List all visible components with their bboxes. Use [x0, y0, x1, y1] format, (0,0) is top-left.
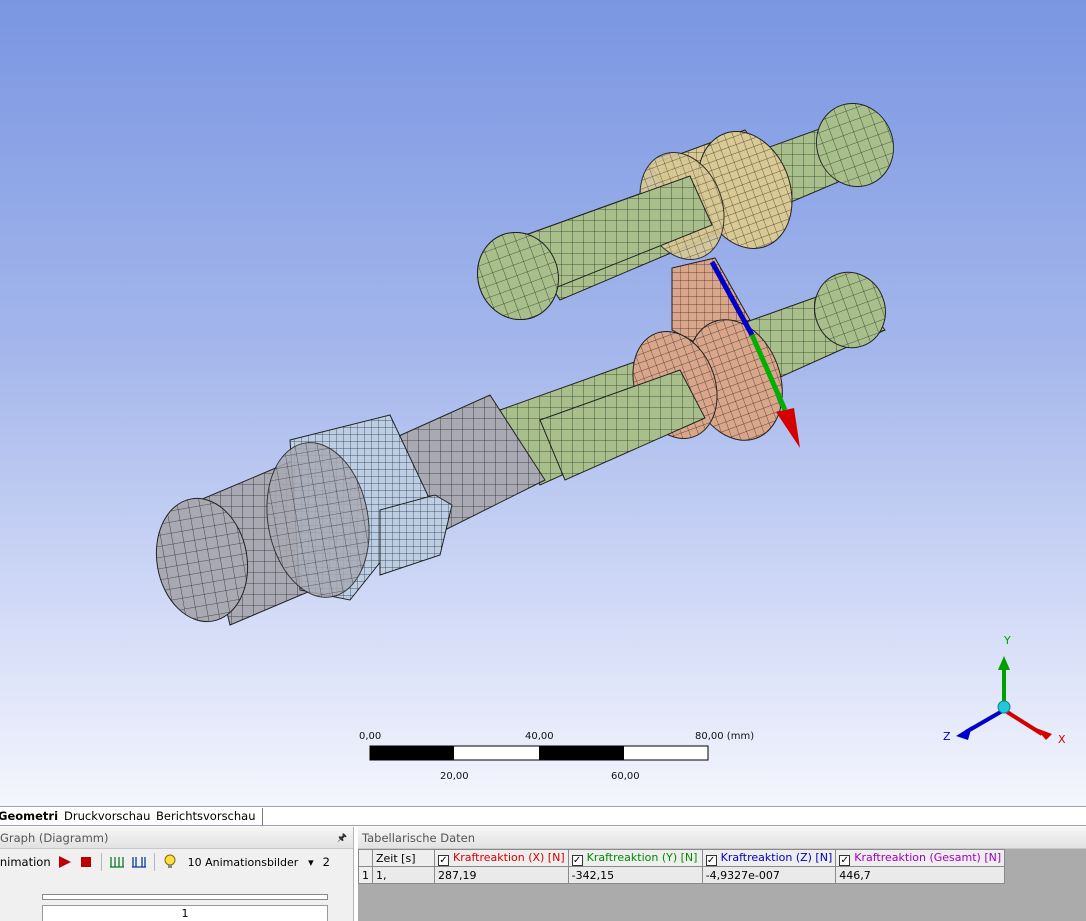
stop-icon[interactable] [77, 853, 95, 871]
lightbulb-icon[interactable] [161, 853, 179, 871]
tabular-data-panel: Tabellarische Daten Zeit [s] ✓ Kraftreakt… [358, 827, 1086, 921]
table-row[interactable]: 1 1, 287,19 -342,15 -4,9327e-007 446,7 [358, 866, 1006, 884]
mesh-model[interactable] [0, 0, 1086, 806]
column-label: Kraftreaktion (Gesamt) [N] [854, 850, 1002, 864]
animation-label: Animation [0, 855, 51, 869]
column-label: Kraftreaktion (Y) [N] [586, 850, 698, 864]
column-label: Zeit [s] [376, 851, 416, 865]
column-header-kraft-gesamt[interactable]: ✓ Kraftreaktion (Gesamt) [N] [835, 849, 1006, 867]
row-number: 1 [358, 866, 373, 884]
toolbar-separator [100, 853, 102, 871]
pin-icon[interactable]: 🖈 [337, 827, 347, 849]
chevron-down-icon: ▾ [308, 855, 314, 869]
timeline-track[interactable] [42, 894, 328, 900]
scale-label-0: 0,00 [359, 731, 382, 742]
animation-toolbar: Animation 10 Animationsbilder ▾ 2 [0, 849, 353, 875]
column-header-zeit[interactable]: Zeit [s] [372, 849, 435, 867]
column-label: Kraftreaktion (Z) [N] [720, 850, 833, 864]
checkbox-icon[interactable]: ✓ [438, 854, 449, 866]
scale-bar [369, 745, 709, 761]
table-cell-zeit[interactable]: 1, [372, 866, 435, 884]
tabular-data-title: Tabellarische Daten [362, 831, 476, 845]
view-tab-strip: Geometrie Druckvorschau Berichtsvorschau [0, 806, 1086, 826]
tab-berichtsvorschau[interactable]: Berichtsvorschau [150, 808, 263, 825]
scale-label-60: 60,00 [611, 771, 640, 782]
table-cell-kraft-gesamt[interactable]: 446,7 [835, 866, 1006, 884]
timeline-step[interactable]: 1 [42, 905, 328, 921]
axis-label-x: X [1058, 733, 1066, 746]
checkbox-icon[interactable]: ✓ [571, 854, 583, 866]
tab-druckvorschau[interactable]: Druckvorschau [58, 808, 158, 825]
animation-frames-dropdown[interactable]: 10 Animationsbilder ▾ [182, 853, 319, 871]
table-cell-kraft-y[interactable]: -342,15 [567, 866, 703, 884]
play-icon[interactable] [55, 853, 73, 871]
scale-label-40: 40,00 [525, 731, 554, 742]
table-cell-kraft-x[interactable]: 287,19 [434, 866, 569, 884]
column-header-kraft-y[interactable]: ✓ Kraftreaktion (Y) [N] [567, 849, 703, 867]
results-table: Zeit [s] ✓ Kraftreaktion (X) [N] ✓ Kraftre… [358, 849, 1006, 884]
axis-triad [956, 656, 1052, 740]
graphics-viewport[interactable]: 0,00 40,00 80,00 (mm) 20,00 60,00 Y Z X [0, 0, 1086, 806]
column-header-kraft-x[interactable]: ✓ Kraftreaktion (X) [N] [434, 849, 569, 867]
frames-result-icon[interactable] [130, 853, 148, 871]
toolbar-separator [153, 853, 155, 871]
table-cell-kraft-z[interactable]: -4,9327e-007 [701, 866, 837, 884]
frames-distributed-icon[interactable] [108, 853, 126, 871]
row-number-header [358, 849, 373, 867]
graph-panel-title: Graph (Diagramm) [0, 831, 109, 845]
column-label: Kraftreaktion (X) [N] [453, 850, 565, 864]
axis-label-y: Y [1004, 634, 1011, 647]
scale-label-20: 20,00 [440, 771, 469, 782]
tabular-data-header: Tabellarische Daten [358, 827, 1086, 849]
graph-panel: Graph (Diagramm) 🖈 Animation 10 Animatio… [0, 827, 354, 921]
table-header-row: Zeit [s] ✓ Kraftreaktion (X) [N] ✓ Kraftre… [358, 849, 1006, 867]
axis-label-z: Z [943, 730, 951, 743]
graph-panel-header: Graph (Diagramm) 🖈 [0, 827, 353, 849]
animation-frames-value: 10 Animationsbilder [187, 855, 299, 869]
checkbox-icon[interactable]: ✓ [705, 854, 717, 866]
animation-duration-value[interactable]: 2 [323, 855, 330, 869]
scale-label-80: 80,00 (mm) [695, 731, 755, 742]
upper-bearing [477, 129, 793, 321]
checkbox-icon[interactable]: ✓ [839, 854, 851, 866]
column-header-kraft-z[interactable]: ✓ Kraftreaktion (Z) [N] [701, 849, 837, 867]
